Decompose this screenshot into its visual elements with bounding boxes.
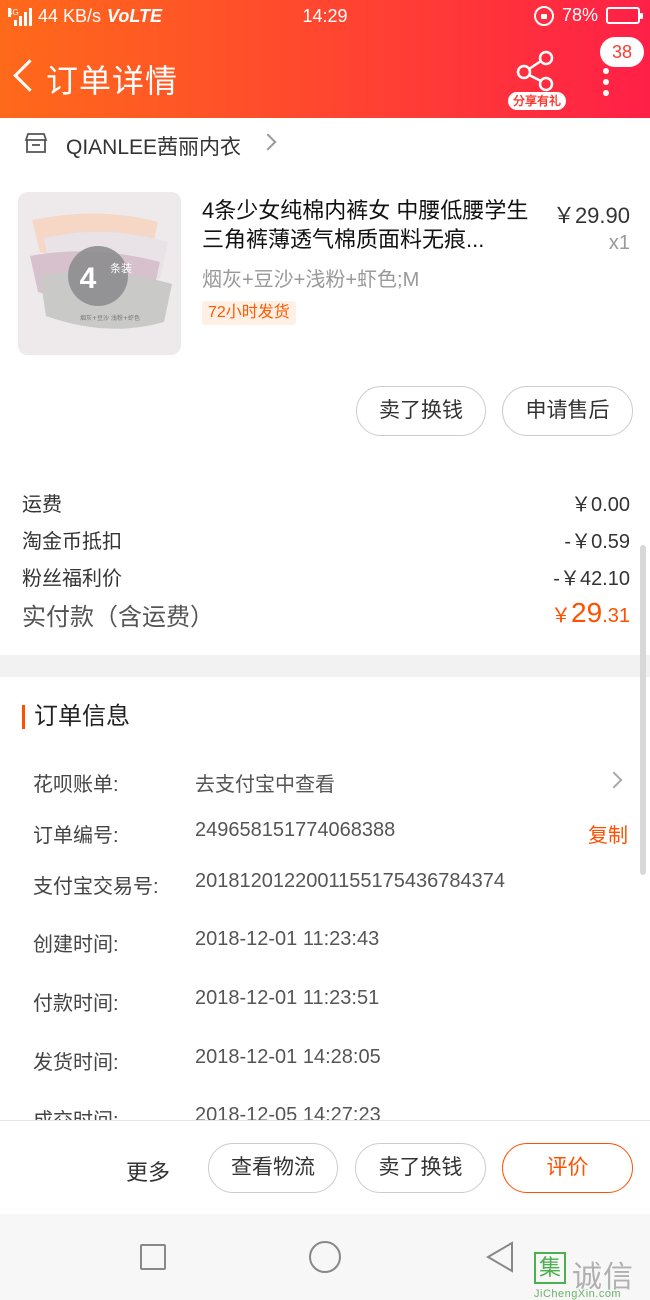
page-title: 订单详情 (46, 63, 179, 99)
product-sku: 烟灰+豆沙+浅粉+虾色;M (202, 269, 420, 291)
product-price: ￥29.90 (552, 203, 630, 228)
image-badge-unit: 条装 (110, 261, 132, 275)
fee-value: ￥0.00 (571, 494, 630, 516)
review-button[interactable]: 评价 (502, 1143, 633, 1193)
message-count-badge[interactable]: 38 (600, 37, 644, 67)
info-row-created: 创建时间: 2018-12-01 11:23:43 (33, 928, 628, 960)
info-label: 订单编号: (33, 825, 119, 847)
image-badge-number: 4 (80, 262, 97, 295)
paid-decimal: .31 (602, 605, 630, 627)
fee-label: 运费 (22, 494, 62, 516)
info-label: 支付宝交易号: (33, 876, 159, 898)
order-info-title: 订单信息 (22, 702, 130, 732)
product-title[interactable]: 4条少女纯棉内裤女 中腰低腰学生三角裤薄透气棉质面料无痕... (202, 196, 532, 254)
info-value: 249658151774068388 (195, 819, 396, 841)
currency-symbol: ￥ (551, 605, 572, 627)
info-row-paid-time: 付款时间: 2018-12-01 11:23:51 (33, 987, 628, 1019)
dot-icon (603, 90, 609, 96)
info-label: 付款时间: (33, 993, 119, 1015)
fee-row-coin-deduction: 淘金币抵扣 -￥0.59 (22, 525, 630, 555)
status-bar: 4G 44 KB/s VoLTE 14:29 78% (0, 0, 650, 34)
back-triangle-icon[interactable] (484, 1240, 516, 1274)
share-button[interactable]: 分享有礼 (508, 48, 566, 110)
fee-value: -￥42.10 (553, 568, 630, 590)
home-icon[interactable] (309, 1241, 341, 1273)
battery-percent: 78% (561, 5, 598, 25)
fee-value: -￥0.59 (564, 531, 630, 553)
info-value: 去支付宝中查看 (195, 774, 335, 796)
fee-row-shipping: 运费 ￥0.00 (22, 488, 630, 518)
paid-amount: ￥29.31 (551, 597, 630, 629)
fee-label: 粉丝福利价 (22, 568, 122, 590)
nav-header: 订单详情 分享有礼 38 (0, 37, 650, 118)
share-reward-badge: 分享有礼 (508, 92, 566, 110)
sell-item-button[interactable]: 卖了换钱 (356, 386, 486, 436)
fee-row-fan-discount: 粉丝福利价 -￥42.10 (22, 562, 630, 592)
shop-name: QIANLEE茜丽内衣 (66, 136, 242, 159)
share-icon (516, 50, 554, 92)
more-menu-button[interactable] (596, 68, 616, 98)
product-quantity: x1 (608, 232, 630, 254)
rotation-lock-icon (533, 5, 554, 26)
shop-icon (24, 133, 48, 153)
paid-integer: 29 (571, 597, 603, 628)
watermark-mark: 集 (534, 1252, 566, 1284)
image-badge-sub: 烟灰+豆沙 浅粉+虾色 (80, 314, 140, 322)
copy-button[interactable]: 复制 (588, 819, 628, 848)
info-row-huabei[interactable]: 花呗账单: 去支付宝中查看 (33, 768, 628, 800)
dot-icon (603, 68, 609, 74)
fee-label: 淘金币抵扣 (22, 531, 122, 553)
shop-row[interactable]: QIANLEE茜丽内衣 (0, 118, 650, 170)
dot-icon (603, 79, 609, 85)
more-actions-button[interactable]: 更多 (126, 1155, 170, 1187)
info-label: 发货时间: (33, 1052, 119, 1074)
paid-amount-row: 实付款（含运费） ￥29.31 (22, 597, 630, 637)
after-sale-button[interactable]: 申请售后 (502, 386, 633, 436)
scrollbar[interactable] (640, 545, 646, 875)
back-button[interactable] (10, 54, 40, 98)
bottom-action-bar: 更多 查看物流 卖了换钱 评价 (0, 1120, 650, 1214)
section-divider (0, 655, 650, 677)
product-photo: 4 条装 烟灰+豆沙 浅粉+虾色 (18, 192, 181, 355)
info-value: 2018120122001155175436784374 (195, 870, 505, 892)
info-row-alipay-trade: 支付宝交易号: 2018120122001155175436784374 (33, 870, 628, 902)
info-label: 花呗账单: (33, 774, 119, 796)
product-image[interactable]: 4 条装 烟灰+豆沙 浅粉+虾色 (18, 192, 181, 355)
status-right: 78% (533, 5, 643, 26)
shipping-tag: 72小时发货 (202, 301, 296, 325)
chevron-right-icon (259, 133, 277, 151)
info-row-shipped-time: 发货时间: 2018-12-01 14:28:05 (33, 1046, 628, 1078)
image-badge-unit-text: 条装 (110, 261, 132, 275)
recent-apps-icon[interactable] (140, 1244, 166, 1270)
watermark-logo: 集 诚信 JiChengXin.com (534, 1252, 650, 1300)
battery-icon (606, 7, 643, 24)
info-row-order-number: 订单编号: 249658151774068388 复制 (33, 819, 628, 851)
paid-label: 实付款（含运费） (22, 604, 214, 631)
info-label: 创建时间: (33, 934, 119, 956)
watermark-url: JiChengXin.com (534, 1288, 622, 1300)
view-logistics-button[interactable]: 查看物流 (208, 1143, 338, 1193)
sell-item-bottom-button[interactable]: 卖了换钱 (355, 1143, 486, 1193)
chevron-right-icon (605, 771, 623, 789)
info-value: 2018-12-01 14:28:05 (195, 1046, 381, 1068)
info-value: 2018-12-01 11:23:51 (195, 987, 380, 1009)
info-value: 2018-12-01 11:23:43 (195, 928, 380, 950)
